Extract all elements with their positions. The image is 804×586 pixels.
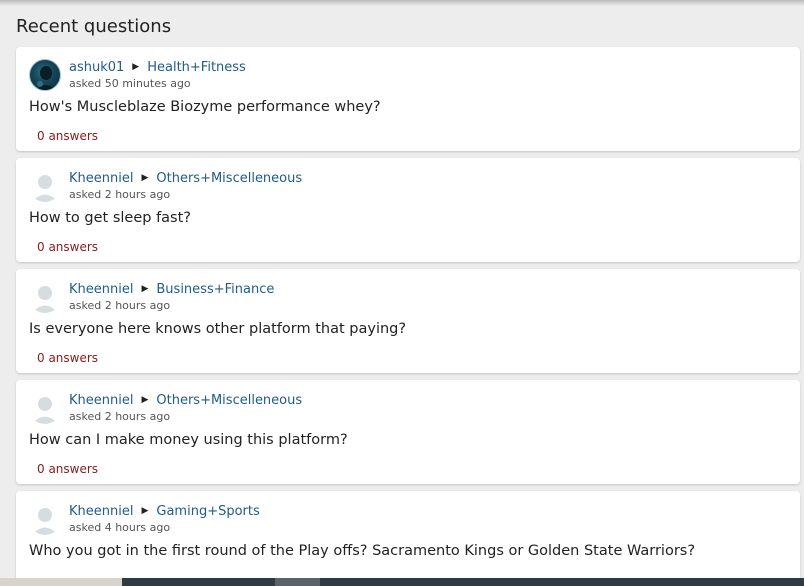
default-avatar-icon bbox=[32, 175, 58, 202]
question-card: Kheenniel ▶ Others+Miscelleneous asked 2… bbox=[16, 158, 800, 262]
category-link[interactable]: Gaming+Sports bbox=[156, 504, 259, 519]
question-title-link[interactable]: How to get sleep fast? bbox=[29, 210, 191, 226]
question-title-link[interactable]: How can I make money using this platform… bbox=[29, 432, 348, 448]
asked-time: asked 50 minutes ago bbox=[69, 77, 191, 90]
category-link[interactable]: Health+Fitness bbox=[147, 60, 246, 75]
question-card: Kheenniel ▶ Others+Miscelleneous asked 2… bbox=[16, 380, 800, 484]
default-avatar-icon bbox=[32, 397, 58, 424]
default-avatar-icon bbox=[32, 286, 58, 313]
question-meta: Kheenniel ▶ Gaming+Sports asked 4 hours … bbox=[69, 503, 260, 534]
username-link[interactable]: Kheenniel bbox=[69, 504, 133, 519]
page-title: Recent questions bbox=[16, 16, 172, 37]
question-card: Kheenniel ▶ Business+Finance asked 2 hou… bbox=[16, 269, 800, 373]
answers-count-link[interactable]: 0 answers bbox=[37, 240, 98, 254]
question-list: ashuk01 ▶ Health+Fitness asked 50 minute… bbox=[16, 47, 800, 586]
question-title-link[interactable]: Is everyone here knows other platform th… bbox=[29, 321, 406, 337]
asked-time: asked 4 hours ago bbox=[69, 521, 171, 534]
caret-right-icon: ▶ bbox=[141, 284, 149, 294]
caret-right-icon: ▶ bbox=[132, 62, 140, 72]
avatar[interactable] bbox=[29, 503, 61, 535]
username-link[interactable]: Kheenniel bbox=[69, 171, 133, 186]
asked-time: asked 2 hours ago bbox=[69, 299, 171, 312]
question-meta: Kheenniel ▶ Others+Miscelleneous asked 2… bbox=[69, 170, 302, 201]
question-meta: Kheenniel ▶ Others+Miscelleneous asked 2… bbox=[69, 392, 302, 423]
default-avatar-icon bbox=[32, 508, 58, 535]
asked-time: asked 2 hours ago bbox=[69, 188, 171, 201]
avatar[interactable] bbox=[29, 392, 61, 424]
avatar[interactable] bbox=[29, 281, 61, 313]
category-link[interactable]: Others+Miscelleneous bbox=[156, 393, 302, 408]
username-link[interactable]: ashuk01 bbox=[69, 60, 124, 75]
answers-count-link[interactable]: 0 answers bbox=[37, 129, 98, 143]
question-card: Kheenniel ▶ Gaming+Sports asked 4 hours … bbox=[16, 491, 800, 586]
question-title-link[interactable]: How's Muscleblaze Biozyme performance wh… bbox=[29, 99, 381, 115]
question-card: ashuk01 ▶ Health+Fitness asked 50 minute… bbox=[16, 47, 800, 151]
bottom-taskbar bbox=[0, 578, 804, 586]
taskbar-item[interactable] bbox=[275, 578, 320, 586]
question-meta: Kheenniel ▶ Business+Finance asked 2 hou… bbox=[69, 281, 274, 312]
caret-right-icon: ▶ bbox=[141, 506, 149, 516]
user-photo-icon bbox=[35, 66, 57, 90]
username-link[interactable]: Kheenniel bbox=[69, 282, 133, 297]
taskbar-left bbox=[0, 578, 122, 586]
answers-count-link[interactable]: 0 answers bbox=[37, 351, 98, 365]
avatar[interactable] bbox=[29, 170, 61, 202]
asked-time: asked 2 hours ago bbox=[69, 410, 171, 423]
category-link[interactable]: Business+Finance bbox=[156, 282, 274, 297]
username-link[interactable]: Kheenniel bbox=[69, 393, 133, 408]
question-meta: ashuk01 ▶ Health+Fitness asked 50 minute… bbox=[69, 59, 246, 90]
caret-right-icon: ▶ bbox=[141, 395, 149, 405]
answers-count-link[interactable]: 0 answers bbox=[37, 462, 98, 476]
top-shadow bbox=[0, 0, 804, 6]
question-title-link[interactable]: Who you got in the first round of the Pl… bbox=[29, 543, 695, 559]
category-link[interactable]: Others+Miscelleneous bbox=[156, 171, 302, 186]
caret-right-icon: ▶ bbox=[141, 173, 149, 183]
avatar[interactable] bbox=[29, 59, 61, 91]
